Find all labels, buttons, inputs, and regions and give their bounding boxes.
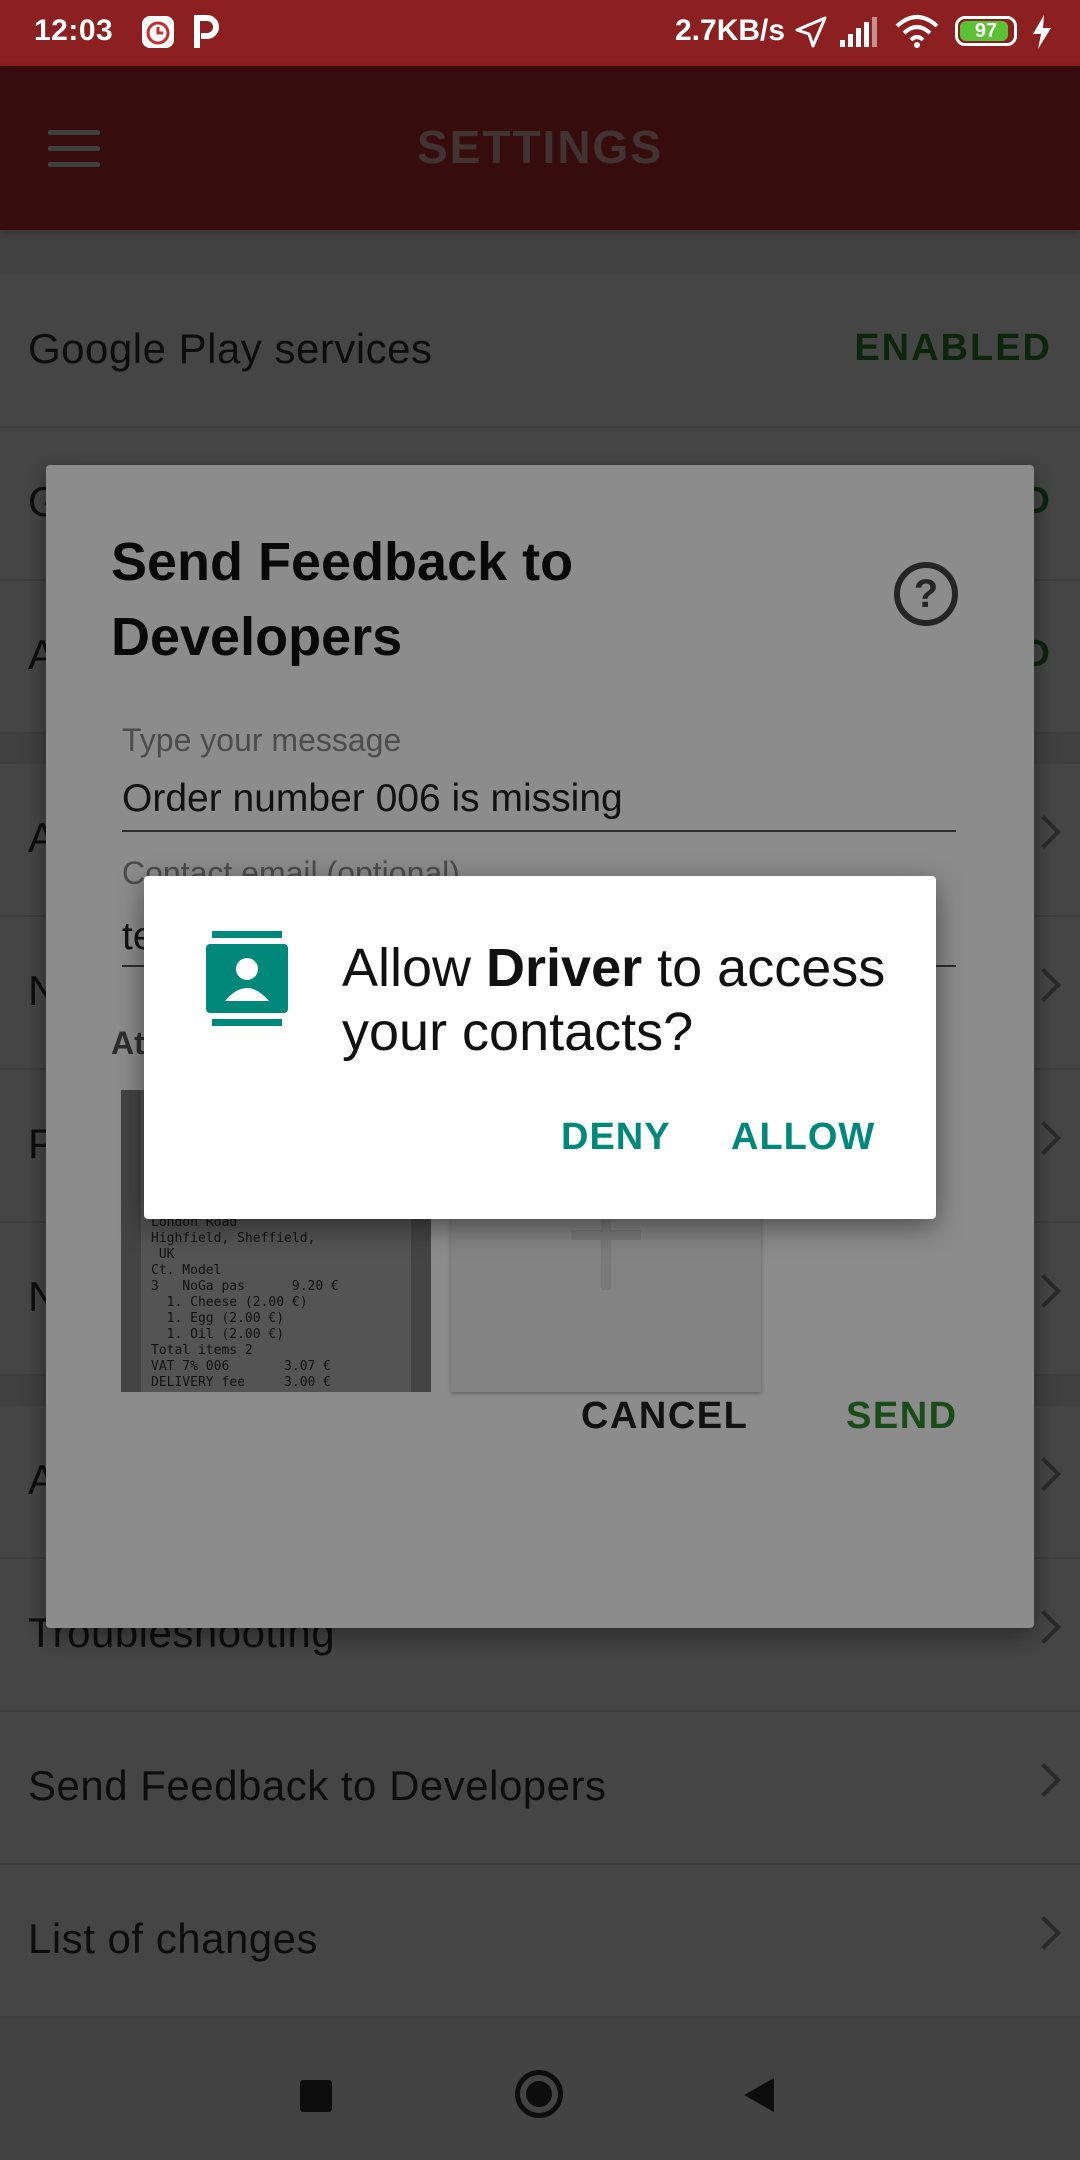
alarm-app-icon bbox=[142, 16, 174, 48]
p-app-icon bbox=[194, 15, 219, 48]
allow-button[interactable]: ALLOW bbox=[731, 1116, 875, 1159]
location-icon bbox=[795, 16, 827, 48]
permission-dialog: Allow Driver to access your contacts? DE… bbox=[144, 876, 936, 1219]
contacts-icon bbox=[206, 931, 288, 1026]
battery-level: 97 bbox=[974, 20, 998, 42]
app-name: Driver bbox=[486, 938, 643, 998]
network-speed: 2.7KB/s bbox=[675, 14, 786, 47]
status-time: 12:03 bbox=[34, 14, 114, 47]
status-bar: 12:03 2.7KB/s 97 bbox=[0, 0, 1080, 66]
permission-message-prefix: Allow bbox=[342, 938, 487, 998]
wifi-icon bbox=[895, 15, 939, 48]
permission-message: Allow Driver to access your contacts? bbox=[342, 936, 902, 1064]
deny-button[interactable]: DENY bbox=[561, 1116, 671, 1159]
charging-icon bbox=[1033, 15, 1051, 49]
signal-icon bbox=[840, 17, 877, 47]
battery-icon: 97 bbox=[955, 16, 1017, 46]
